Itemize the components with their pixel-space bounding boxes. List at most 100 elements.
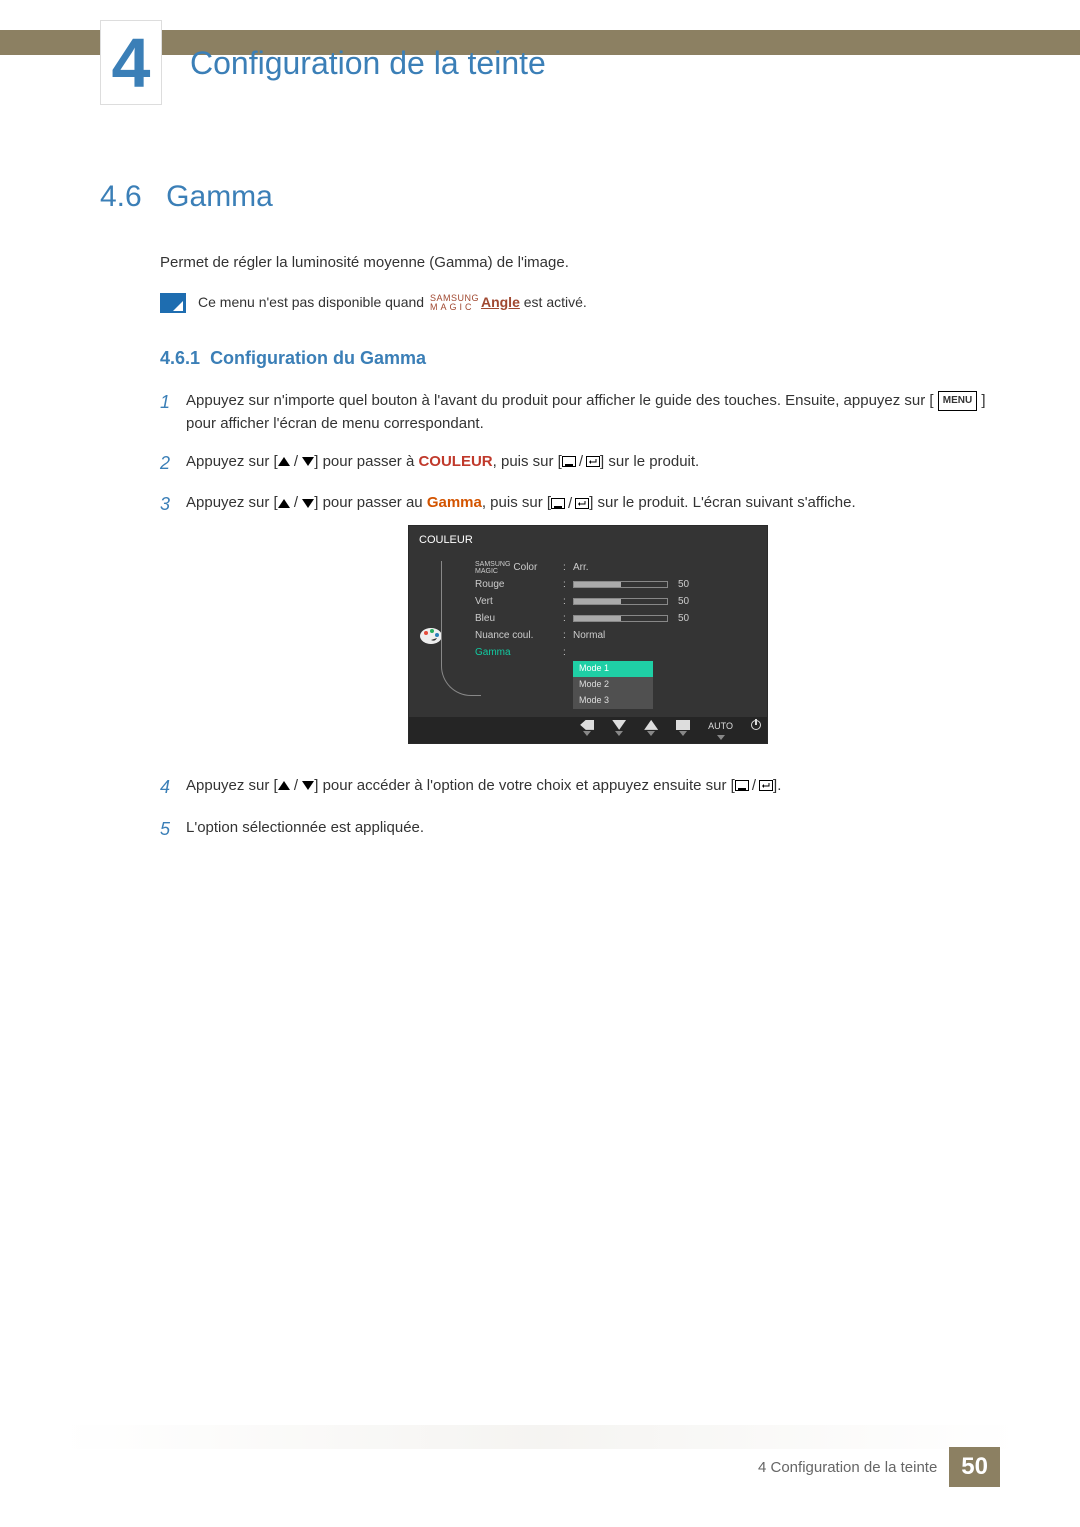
section-intro: Permet de régler la luminosité moyenne (… bbox=[160, 254, 990, 271]
keyword-gamma: Gamma bbox=[427, 494, 482, 511]
step-body: L'option sélectionnée est appliquée. bbox=[186, 816, 990, 844]
osd-nav-up-icon bbox=[644, 720, 658, 740]
text: Appuyez sur n'importe quel bouton à l'av… bbox=[186, 392, 934, 409]
note-post: est activé. bbox=[524, 294, 587, 310]
footer: 4 Configuration de la teinte 50 bbox=[80, 1447, 1000, 1487]
step-body: Appuyez sur [ / ] pour passer au Gamma, … bbox=[186, 491, 990, 759]
text: ] pour passer à bbox=[314, 453, 418, 470]
step-4: 4 Appuyez sur [ / ] pour accéder à l'opt… bbox=[160, 774, 990, 802]
osd-label-gamma: Gamma bbox=[475, 645, 563, 661]
magic-bot: MAGIC bbox=[475, 568, 498, 575]
osd-nav-back-icon bbox=[580, 720, 594, 740]
osd-row-rouge: Rouge : 50 bbox=[475, 576, 759, 593]
section-title: Gamma bbox=[166, 180, 273, 213]
note-icon bbox=[160, 293, 186, 313]
triangle-down-icon bbox=[302, 499, 314, 508]
osd-row-magic: SAMSUNG MAGIC Color : Arr. bbox=[475, 559, 759, 576]
note-pre: Ce menu n'est pas disponible quand bbox=[198, 294, 428, 310]
step-3: 3 Appuyez sur [ / ] pour passer au Gamma… bbox=[160, 491, 990, 759]
osd-row-gamma: Gamma : bbox=[475, 644, 759, 661]
magic-angle: Angle bbox=[481, 294, 520, 310]
magic-mini: SAMSUNG MAGIC bbox=[475, 561, 510, 575]
osd-row-bleu: Bleu : 50 bbox=[475, 610, 759, 627]
step-body: Appuyez sur [ / ] pour passer à COULEUR,… bbox=[186, 450, 990, 478]
osd-screenshot: COULEUR SAMSUNG bbox=[408, 525, 768, 744]
text: Appuyez sur [ bbox=[186, 453, 278, 470]
steps-list: 1 Appuyez sur n'importe quel bouton à l'… bbox=[160, 389, 990, 844]
osd-label: Rouge bbox=[475, 577, 563, 593]
osd-value: 50 bbox=[678, 577, 700, 593]
osd-left-icon bbox=[409, 555, 453, 717]
osd-row-vert: Vert : 50 bbox=[475, 593, 759, 610]
text: Appuyez sur [ bbox=[186, 777, 278, 794]
step-2: 2 Appuyez sur [ / ] pour passer à COULEU… bbox=[160, 450, 990, 478]
osd-slider bbox=[573, 581, 668, 588]
osd-mode-3: Mode 3 bbox=[573, 693, 653, 709]
footer-page-number: 50 bbox=[949, 1447, 1000, 1487]
palette-icon bbox=[419, 626, 443, 646]
osd-value: 50 bbox=[678, 611, 700, 627]
subsection-number: 4.6.1 bbox=[160, 348, 200, 368]
triangle-up-icon bbox=[278, 499, 290, 508]
osd-label: Nuance coul. bbox=[475, 628, 563, 644]
samsung-magic-label: SAMSUNG MAGIC bbox=[430, 294, 479, 312]
note-text: Ce menu n'est pas disponible quand SAMSU… bbox=[198, 294, 587, 312]
osd-nav-power-icon bbox=[751, 720, 761, 740]
osd-slider bbox=[573, 598, 668, 605]
section-heading: 4.6 Gamma bbox=[100, 180, 990, 214]
magic-bot: MAGIC bbox=[430, 302, 475, 312]
text: Appuyez sur [ bbox=[186, 494, 278, 511]
osd-label: Vert bbox=[475, 594, 563, 610]
text: , puis sur [ bbox=[482, 494, 551, 511]
step-body: Appuyez sur [ / ] pour accéder à l'optio… bbox=[186, 774, 990, 802]
section-number: 4.6 bbox=[100, 180, 142, 213]
chapter-number: 4 bbox=[112, 23, 151, 103]
text: , puis sur [ bbox=[493, 453, 562, 470]
text: ] sur le produit. bbox=[600, 453, 699, 470]
step-1: 1 Appuyez sur n'importe quel bouton à l'… bbox=[160, 389, 990, 436]
source-enter-icon: / bbox=[551, 492, 589, 515]
keyword-couleur: COULEUR bbox=[418, 453, 492, 470]
subsection-heading: 4.6.1 Configuration du Gamma bbox=[160, 348, 990, 369]
osd-gamma-modes: Mode 1 Mode 2 Mode 3 bbox=[573, 661, 759, 709]
triangle-up-icon bbox=[278, 781, 290, 790]
text: ] sur le produit. L'écran suivant s'affi… bbox=[589, 494, 855, 511]
osd-mode-1: Mode 1 bbox=[573, 661, 653, 677]
step-number: 3 bbox=[160, 491, 186, 759]
osd-nav-enter-icon bbox=[676, 720, 690, 740]
osd-list: SAMSUNG MAGIC Color : Arr. Rouge bbox=[453, 555, 767, 717]
source-enter-icon: / bbox=[735, 774, 773, 797]
osd-auto-label: AUTO bbox=[708, 720, 733, 734]
text: ] pour passer au bbox=[314, 494, 427, 511]
subsection-title: Configuration du Gamma bbox=[210, 348, 426, 368]
osd-value: Arr. bbox=[573, 560, 589, 576]
osd-nav-down-icon bbox=[612, 720, 626, 740]
osd-body: SAMSUNG MAGIC Color : Arr. Rouge bbox=[409, 555, 767, 717]
step-number: 1 bbox=[160, 389, 186, 436]
magic-color-label: Color bbox=[513, 560, 537, 576]
step-number: 2 bbox=[160, 450, 186, 478]
source-enter-icon: / bbox=[562, 450, 600, 473]
osd-title: COULEUR bbox=[409, 526, 767, 555]
menu-button-icon: MENU bbox=[938, 391, 977, 411]
step-number: 5 bbox=[160, 816, 186, 844]
step-5: 5 L'option sélectionnée est appliquée. bbox=[160, 816, 990, 844]
osd-value: Normal bbox=[573, 628, 605, 644]
step-body: Appuyez sur n'importe quel bouton à l'av… bbox=[186, 389, 990, 436]
triangle-down-icon bbox=[302, 781, 314, 790]
osd-navbar: AUTO bbox=[409, 717, 767, 743]
footer-gradient bbox=[60, 1425, 1020, 1449]
osd-row-nuance: Nuance coul. : Normal bbox=[475, 627, 759, 644]
osd-mode-2: Mode 2 bbox=[573, 677, 653, 693]
magic-top: SAMSUNG bbox=[475, 561, 510, 568]
triangle-up-icon bbox=[278, 457, 290, 466]
text: ]. bbox=[773, 777, 781, 794]
osd-label: SAMSUNG MAGIC Color bbox=[475, 560, 563, 576]
osd-slider bbox=[573, 615, 668, 622]
osd-label: Bleu bbox=[475, 611, 563, 627]
chapter-title: Configuration de la teinte bbox=[190, 45, 546, 82]
note-row: Ce menu n'est pas disponible quand SAMSU… bbox=[160, 293, 990, 313]
content-area: 4.6 Gamma Permet de régler la luminosité… bbox=[100, 180, 990, 858]
osd-value: 50 bbox=[678, 594, 700, 610]
chapter-number-box: 4 bbox=[100, 20, 162, 105]
